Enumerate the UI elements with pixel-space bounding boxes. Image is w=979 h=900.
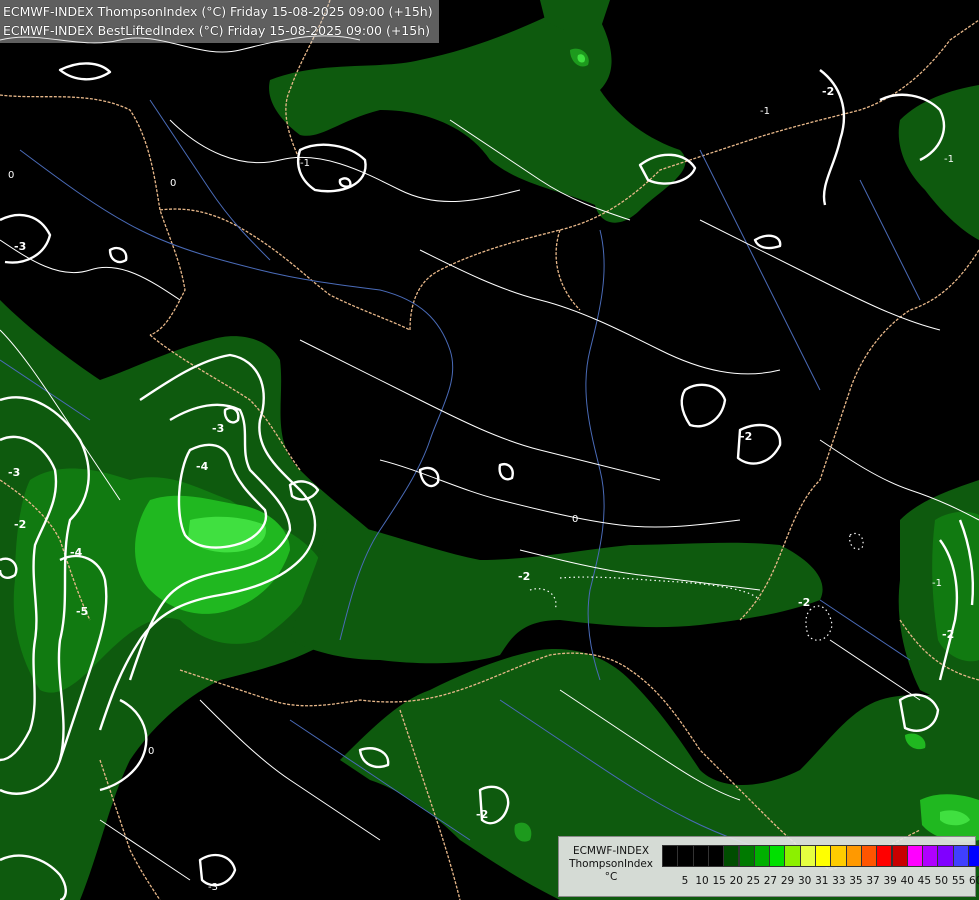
legend-title-unit: °C bbox=[604, 871, 618, 883]
legend-swatch bbox=[692, 845, 709, 867]
legend-title: ECMWF-INDEX ThompsonIndex °C bbox=[563, 845, 659, 884]
legend-tick: 20 bbox=[729, 875, 743, 887]
legend-swatch bbox=[845, 845, 862, 867]
legend-swatch bbox=[952, 845, 969, 867]
legend-swatch bbox=[738, 845, 755, 867]
legend-swatch bbox=[815, 845, 832, 867]
map-header: ECMWF-INDEX ThompsonIndex (°C) Friday 15… bbox=[0, 0, 439, 43]
legend-tick: 27 bbox=[763, 875, 778, 887]
contour-label: -4 bbox=[70, 546, 83, 559]
legend-tick: 39 bbox=[883, 875, 897, 887]
contour-label: -3 bbox=[8, 466, 20, 479]
legend-swatch bbox=[922, 845, 939, 867]
legend-tick: 10 bbox=[695, 875, 709, 887]
color-legend: ECMWF-INDEX ThompsonIndex °C 5 10 15 20 25 27… bbox=[558, 836, 979, 897]
legend-swatch bbox=[723, 845, 740, 867]
contour-label: -2 bbox=[740, 430, 752, 443]
contour-label: -2 bbox=[942, 628, 954, 641]
legend-tick: 37 bbox=[866, 875, 880, 887]
contour-label: 0 bbox=[170, 178, 176, 189]
contour-label: -2 bbox=[798, 596, 810, 609]
legend-swatch bbox=[937, 845, 954, 867]
contour-label: -1 bbox=[300, 158, 310, 169]
legend-tick: 25 bbox=[746, 875, 761, 887]
header-line-thompson: ECMWF-INDEX ThompsonIndex (°C) Friday 15… bbox=[3, 4, 433, 19]
legend-tick: 5 bbox=[681, 875, 689, 887]
legend-swatch bbox=[860, 845, 878, 867]
legend-swatch bbox=[830, 845, 847, 867]
contour-label: -2 bbox=[518, 570, 530, 583]
legend-swatch bbox=[662, 845, 679, 867]
legend-title-index: ThompsonIndex bbox=[569, 858, 653, 870]
legend-swatch bbox=[906, 845, 924, 867]
legend-swatch bbox=[677, 845, 694, 867]
legend-tick: 15 bbox=[712, 875, 726, 887]
weather-map: 0 0 -1 -2 -2 -3 -3 -3 -4 -4 -5 -2 0 -2 -… bbox=[0, 0, 979, 900]
legend-swatch bbox=[799, 845, 816, 867]
contour-label: -2 bbox=[14, 518, 26, 531]
legend-tick: 50 bbox=[934, 875, 949, 887]
legend-swatch bbox=[876, 845, 893, 867]
contour-label: -1 bbox=[944, 154, 954, 165]
contour-label: -1 bbox=[760, 106, 770, 117]
contour-label: -4 bbox=[196, 460, 209, 473]
legend-tick: 30 bbox=[797, 875, 812, 887]
legend-swatch bbox=[891, 845, 908, 867]
legend-swatch bbox=[707, 845, 725, 867]
legend-tick: 40 bbox=[900, 875, 914, 887]
contour-label: 0 bbox=[572, 514, 578, 525]
legend-swatch bbox=[968, 845, 979, 867]
legend-tick: 55 bbox=[951, 875, 966, 887]
contour-label: -1 bbox=[932, 578, 942, 589]
legend-swatch bbox=[769, 845, 786, 867]
legend-swatch bbox=[753, 845, 771, 867]
legend-tick: 33 bbox=[832, 875, 846, 887]
legend-tick: 45 bbox=[917, 875, 932, 887]
legend-swatch bbox=[784, 845, 801, 867]
legend-tick: 29 bbox=[780, 875, 795, 887]
legend-title-model: ECMWF-INDEX bbox=[572, 845, 650, 857]
contour-label: -2 bbox=[822, 85, 834, 98]
legend-tick: 31 bbox=[815, 875, 829, 887]
contour-label: -5 bbox=[76, 605, 88, 618]
header-line-lifted: ECMWF-INDEX BestLiftedIndex (°C) Friday … bbox=[3, 23, 431, 38]
contour-label: -3 bbox=[14, 240, 26, 253]
contour-label: -3 bbox=[208, 882, 218, 893]
legend-tick: 60 bbox=[968, 875, 979, 887]
contour-label: -3 bbox=[212, 422, 224, 435]
contour-label: 0 bbox=[8, 170, 14, 181]
legend-tick: 35 bbox=[849, 875, 863, 887]
contour-label: -2 bbox=[476, 808, 488, 821]
contour-label: 0 bbox=[148, 746, 154, 757]
